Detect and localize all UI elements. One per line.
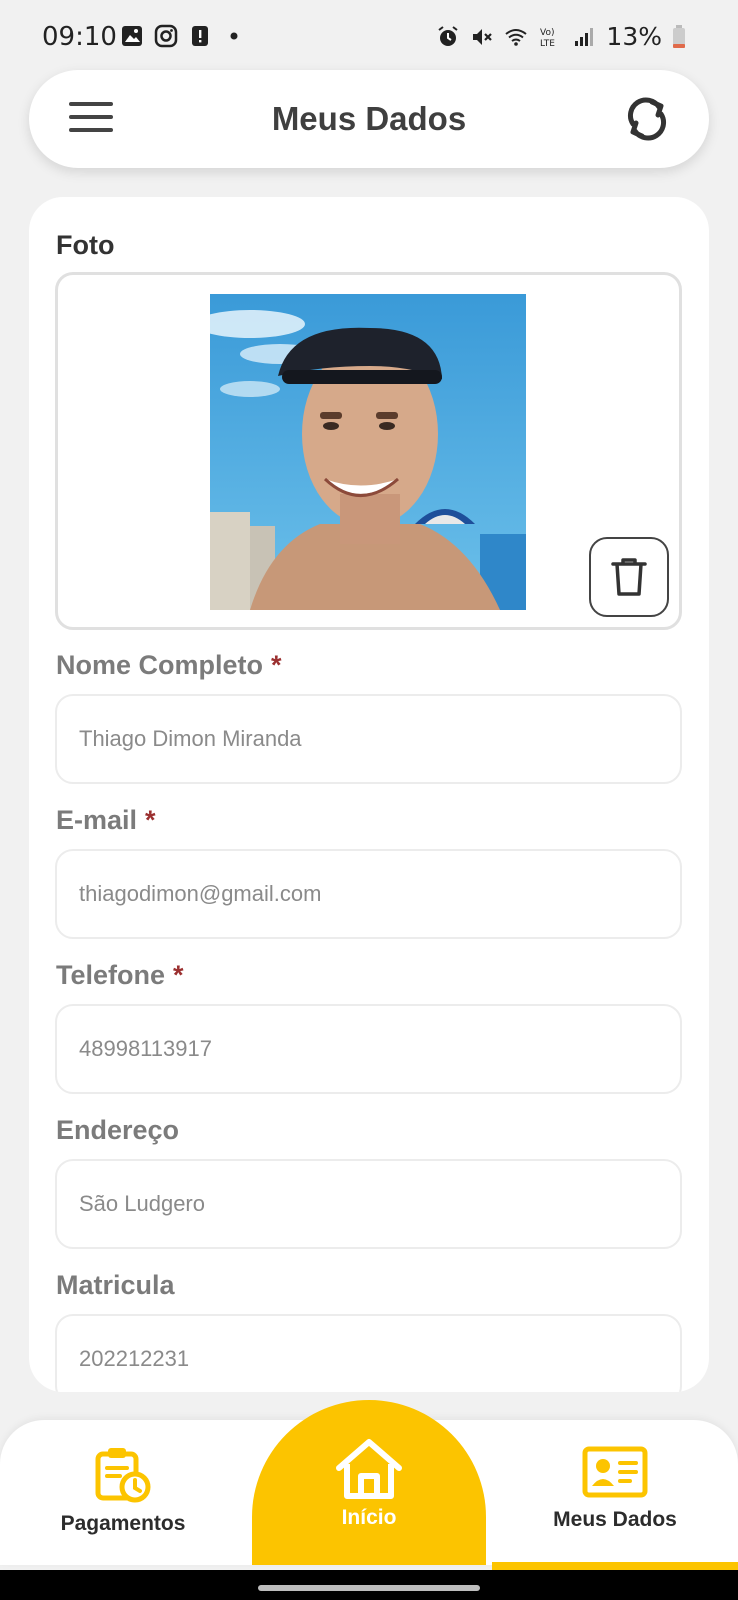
active-tab-indicator: [492, 1562, 738, 1570]
status-left-icons: [120, 24, 246, 48]
battery-percent: 13%: [606, 22, 662, 51]
phone-field[interactable]: [55, 1004, 682, 1094]
alert-icon: [192, 26, 208, 46]
address-label: Endereço: [56, 1115, 180, 1145]
nav-payments[interactable]: Pagamentos: [48, 1420, 198, 1565]
required-mark: *: [173, 960, 184, 990]
app-header: Meus Dados: [29, 70, 709, 168]
nav-my-data-label: Meus Dados: [553, 1508, 677, 1531]
full-name-label: Nome Completo *: [56, 650, 282, 680]
email-input[interactable]: [57, 851, 680, 937]
phone-label: Telefone *: [56, 960, 184, 990]
registration-input[interactable]: [57, 1316, 680, 1392]
delete-photo-button[interactable]: [589, 537, 669, 617]
nav-payments-label: Pagamentos: [60, 1512, 186, 1535]
phone-input[interactable]: [57, 1006, 680, 1092]
svg-text:LTE: LTE: [540, 39, 555, 49]
payments-calendar-icon: [95, 1448, 151, 1503]
registration-label: Matricula: [56, 1270, 175, 1300]
gallery-icon: [122, 26, 142, 46]
volte-icon: Vo)LTE: [540, 28, 555, 49]
status-right-icons: Vo) LTE 13%: [436, 22, 686, 51]
profile-form-card: Foto Nome Completo * Thiago Dimon Mirand…: [29, 197, 709, 1392]
registration-field[interactable]: [55, 1314, 682, 1392]
photo-label: Foto: [56, 230, 115, 260]
signal-icon: [575, 27, 594, 46]
email-field[interactable]: [55, 849, 682, 939]
dot-icon: [230, 32, 238, 40]
profile-photo: [210, 294, 526, 610]
status-bar: 09:10 Vo) LTE 13%: [0, 0, 738, 72]
address-input[interactable]: [57, 1161, 680, 1247]
mute-icon: [473, 28, 493, 45]
alarm-icon: [438, 25, 459, 46]
gesture-handle[interactable]: [258, 1585, 480, 1591]
wifi-icon: [505, 28, 528, 46]
battery-icon: [673, 24, 685, 48]
full-name-input[interactable]: [57, 696, 680, 782]
sync-icon[interactable]: [623, 94, 671, 144]
instagram-icon: [154, 24, 178, 48]
trash-icon: [611, 558, 647, 596]
photo-box: [55, 272, 682, 630]
required-mark: *: [145, 805, 156, 835]
page-title: Meus Dados: [271, 100, 467, 137]
email-label: E-mail *: [56, 805, 156, 835]
id-card-icon: [582, 1446, 648, 1498]
home-icon: [336, 1439, 402, 1499]
address-field[interactable]: [55, 1159, 682, 1249]
nav-home-label: Início: [341, 1506, 397, 1529]
full-name-field[interactable]: [55, 694, 682, 784]
svg-text:Vo): Vo): [540, 28, 554, 38]
required-mark: *: [271, 650, 282, 680]
nav-my-data[interactable]: Meus Dados: [540, 1420, 690, 1565]
status-time: 09:10: [42, 22, 117, 52]
